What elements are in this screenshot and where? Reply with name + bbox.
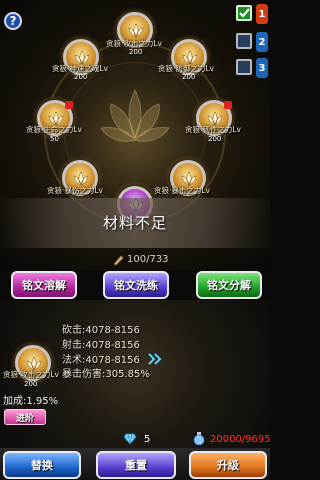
help-button[interactable]: ? [4,12,22,30]
stat-crit-damage: 暴击伤害:305.85% [62,369,150,380]
wash-button[interactable]: 铭文洗练 [103,271,169,299]
slot-tenacity-label: 贪狼·韧性之力Lv [185,125,242,134]
tab-3-checkbox[interactable] [236,59,252,75]
potion-count: 20000/9695 [210,434,271,445]
lotus-emblem-icon [100,88,170,142]
upgrade-button[interactable]: 升级 [189,451,267,479]
dissolve-button[interactable]: 铭文溶解 [11,271,77,299]
slot-tenacity-level: 200 [208,135,222,143]
tab-2[interactable]: 2 [234,31,270,55]
slot-attack-level: 200 [129,48,143,56]
stat-slash: 砍击:4078-8156 [62,325,140,336]
notification-dot [65,101,73,109]
tab-2-number: 2 [256,32,268,52]
scroll-icon [113,255,124,266]
replace-button[interactable]: 替换 [3,451,81,479]
tab-3[interactable]: 3 [234,57,270,81]
selected-rune-label: 贪狼·攻击之力Lv [3,370,60,379]
tab-1-checkbox[interactable] [236,5,252,21]
notification-dot [224,101,232,109]
potion-icon [193,432,205,445]
tab-2-checkbox[interactable] [236,33,252,49]
advance-button[interactable]: 进阶 [4,409,46,425]
slot-speed-level: 200 [74,73,88,81]
slot-life-level: 50 [50,135,59,143]
slot-crit-label: 贪狼·暴击之力Lv [154,186,211,195]
selected-rune-level: 200 [24,380,38,388]
message-text: 材料不足 [102,214,167,232]
material-count: 100/733 [127,254,169,265]
slot-crit-damage-label: 贪狼·暴伤之力Lv [47,186,104,195]
decompose-button[interactable]: 铭文分解 [196,271,262,299]
bonus-text: 加成:1.95% [3,396,59,407]
tab-1-number: 1 [256,4,268,24]
slot-defense-level: 200 [182,73,196,81]
slot-life-label: 贪狼·生命之力Lv [26,125,83,134]
reset-button[interactable]: 重置 [96,451,176,479]
tab-3-number: 3 [256,58,268,78]
stat-magic: 法术:4078-8156 [62,355,140,366]
diamond-count: 5 [144,434,151,445]
diamond-icon [123,433,137,445]
double-arrow-icon [148,353,162,365]
check-icon [239,8,250,18]
stat-shoot: 射击:4078-8156 [62,340,140,351]
tab-1[interactable]: 1 [234,3,270,27]
